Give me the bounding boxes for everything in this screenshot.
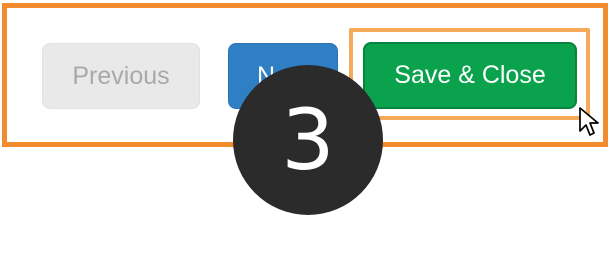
tutorial-screenshot: Previous Next Save & Close 3 — [0, 0, 616, 278]
previous-button[interactable]: Previous — [42, 43, 200, 109]
step-number-badge: 3 — [233, 65, 383, 215]
mouse-pointer-icon — [579, 107, 599, 136]
save-close-button[interactable]: Save & Close — [363, 42, 577, 109]
